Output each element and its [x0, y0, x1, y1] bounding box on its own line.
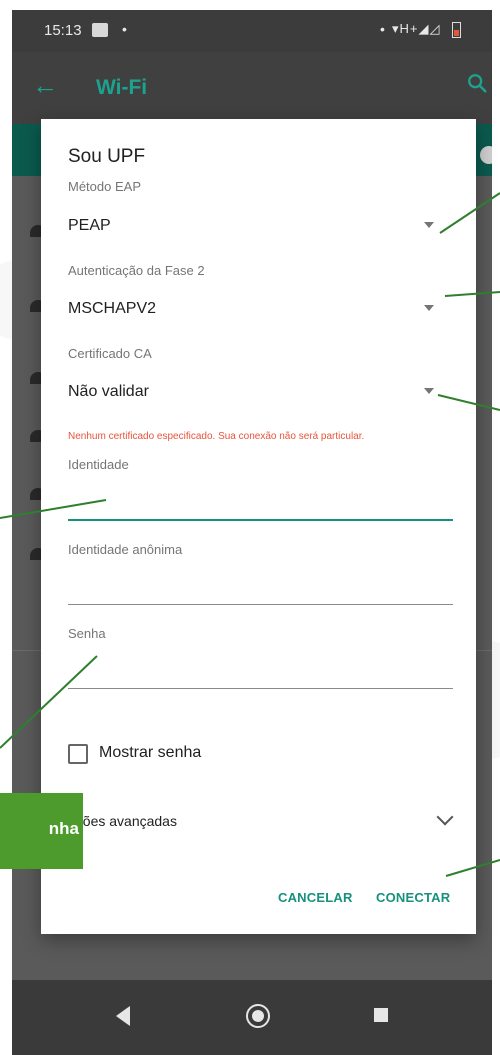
identity-input[interactable] — [68, 493, 453, 521]
eap-method-select[interactable]: PEAP — [68, 217, 111, 235]
certificate-warning: Nenhum certificado especificado. Sua con… — [68, 431, 365, 442]
password-label: Senha — [68, 626, 106, 641]
status-time: 15:13 — [44, 22, 82, 39]
chevron-down-icon[interactable] — [436, 808, 454, 826]
ca-certificate-label: Certificado CA — [68, 346, 152, 361]
show-password-checkbox[interactable] — [68, 744, 88, 764]
cancel-button[interactable]: CANCELAR — [278, 890, 353, 905]
annotation-callout-text: nha — [48, 819, 79, 838]
wifi-toggle-knob[interactable] — [480, 146, 492, 164]
ca-certificate-select[interactable]: Não validar — [68, 383, 149, 401]
app-bar: ← Wi-Fi — [12, 52, 492, 124]
show-password-label: Mostrar senha — [99, 744, 202, 761]
system-nav-bar — [12, 980, 492, 1055]
network-type-label: H+ — [399, 21, 419, 36]
page-title: Wi-Fi — [96, 76, 148, 99]
caret-down-icon[interactable] — [424, 222, 434, 228]
battery-icon — [452, 22, 461, 38]
advanced-options-label[interactable]: pções avançadas — [68, 813, 177, 829]
caret-down-icon[interactable] — [424, 305, 434, 311]
identity-label: Identidade — [68, 457, 129, 472]
circle-home-icon[interactable] — [246, 1004, 270, 1028]
phase2-auth-select[interactable]: MSCHAPV2 — [68, 300, 156, 318]
connect-button[interactable]: CONECTAR — [376, 890, 450, 905]
triangle-back-icon[interactable] — [116, 1006, 130, 1026]
notification-dot-icon: • — [380, 21, 385, 37]
annotation-callout: nha — [0, 793, 83, 869]
anonymous-identity-label: Identidade anônima — [68, 542, 183, 557]
arrow-left-icon[interactable]: ← — [32, 70, 58, 101]
eap-method-label: Método EAP — [68, 179, 141, 194]
search-icon[interactable] — [466, 72, 488, 94]
wifi-config-dialog: Sou UPF Método EAP PEAP Autenticação da … — [41, 119, 476, 934]
password-input[interactable] — [68, 661, 453, 689]
phase2-auth-label: Autenticação da Fase 2 — [68, 263, 205, 278]
status-bar: 15:13 • • ▾H+◢◿ — [12, 10, 492, 52]
caret-down-icon[interactable] — [424, 388, 434, 394]
dialog-title: Sou UPF — [68, 146, 146, 167]
square-recents-icon[interactable] — [374, 1008, 388, 1022]
image-notification-icon — [92, 23, 108, 37]
notification-dot-icon: • — [122, 21, 127, 37]
anonymous-identity-input[interactable] — [68, 577, 453, 605]
network-signal-icon: ▾H+◢◿ — [392, 21, 441, 36]
